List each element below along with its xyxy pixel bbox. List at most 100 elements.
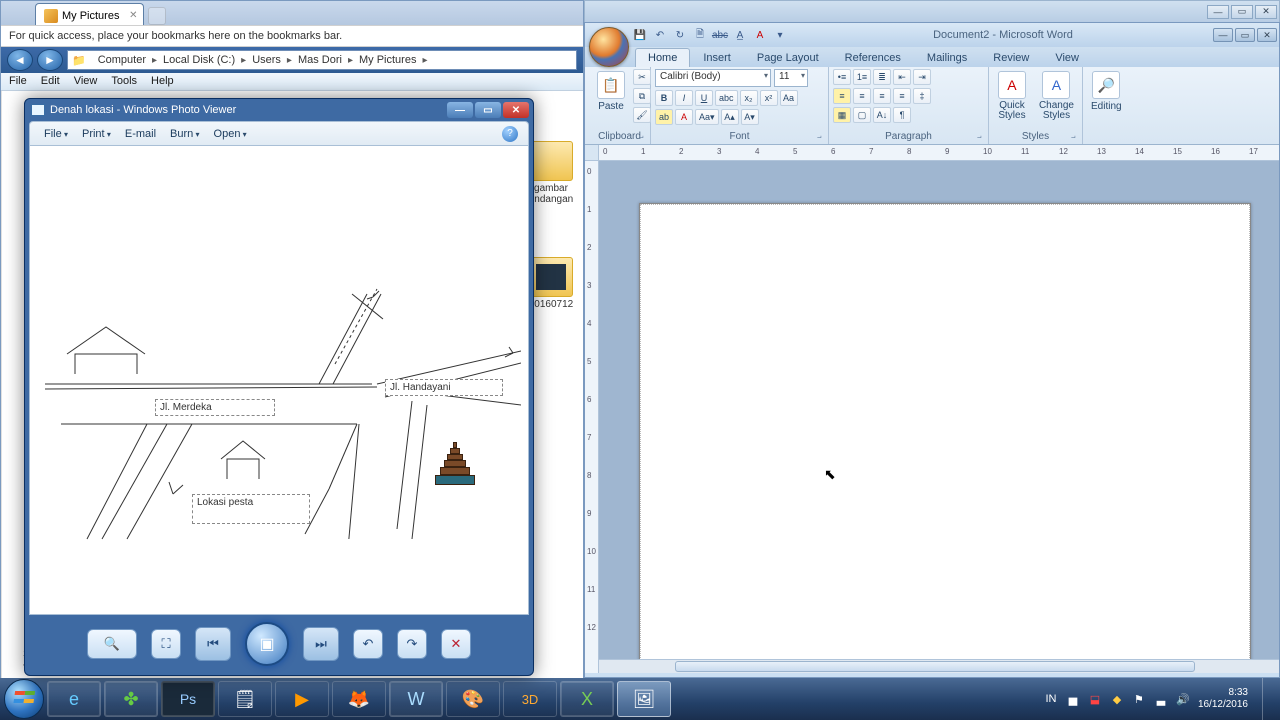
word-outer-minimize[interactable]: — bbox=[1207, 5, 1229, 19]
redo-icon[interactable]: ↻ bbox=[673, 28, 687, 42]
print-preview-icon[interactable]: 🗎 bbox=[693, 28, 707, 42]
word-close-button[interactable]: ✕ bbox=[1257, 28, 1277, 42]
task-photoshop[interactable]: Ps bbox=[161, 681, 215, 717]
menu-tools[interactable]: Tools bbox=[111, 75, 137, 88]
bold-button[interactable]: B bbox=[655, 90, 673, 106]
pv-menu-email[interactable]: E-mail bbox=[121, 126, 160, 142]
tray-shield-icon[interactable]: ⬓ bbox=[1088, 692, 1102, 706]
save-icon[interactable]: 💾 bbox=[633, 28, 647, 42]
tab-review[interactable]: Review bbox=[980, 48, 1042, 67]
strike-button[interactable]: abc bbox=[715, 90, 738, 106]
task-notepad[interactable]: 🗒 bbox=[218, 681, 272, 717]
quick-styles-button[interactable]: A Quick Styles bbox=[993, 69, 1031, 123]
slideshow-button[interactable]: ▣ bbox=[245, 622, 289, 666]
task-ie[interactable]: e bbox=[47, 681, 101, 717]
tray-volume-icon[interactable]: 🔊 bbox=[1176, 692, 1190, 706]
rotate-cw-button[interactable]: ↷ bbox=[397, 629, 427, 659]
word-titlebar[interactable]: 💾 ↶ ↻ 🗎 abc A̲ A ▾ Document2 - Microsoft… bbox=[585, 23, 1279, 47]
vertical-ruler[interactable]: 0123456789101112 bbox=[585, 161, 599, 673]
menu-edit[interactable]: Edit bbox=[41, 75, 60, 88]
tab-home[interactable]: Home bbox=[635, 48, 690, 67]
task-firefox[interactable]: 🦊 bbox=[332, 681, 386, 717]
task-media[interactable]: ▶ bbox=[275, 681, 329, 717]
task-word[interactable]: W bbox=[389, 681, 443, 717]
undo-icon[interactable]: ↶ bbox=[653, 28, 667, 42]
sort-button[interactable]: A↓ bbox=[873, 107, 891, 123]
breadcrumb[interactable]: 📁 Computer▸ Local Disk (C:)▸ Users▸ Mas … bbox=[67, 50, 577, 70]
shading-button[interactable]: ▦ bbox=[833, 107, 851, 123]
format-painter-icon[interactable]: 🖌 bbox=[633, 107, 651, 123]
align-right-button[interactable]: ≡ bbox=[873, 88, 891, 104]
clock[interactable]: 8:33 16/12/2016 bbox=[1198, 687, 1248, 711]
maximize-button[interactable]: ▭ bbox=[475, 102, 501, 118]
rotate-ccw-button[interactable]: ↶ bbox=[353, 629, 383, 659]
paste-button[interactable]: 📋 Paste bbox=[593, 69, 629, 114]
word-outer-close[interactable]: ✕ bbox=[1255, 5, 1277, 19]
word-minimize-button[interactable]: — bbox=[1213, 28, 1233, 42]
pv-menu-open[interactable]: Open bbox=[210, 126, 251, 142]
next-button[interactable]: ⏭ bbox=[303, 627, 339, 661]
menu-help[interactable]: Help bbox=[151, 75, 174, 88]
line-spacing-button[interactable]: ‡ bbox=[913, 88, 931, 104]
actual-size-button[interactable]: ⛶ bbox=[151, 629, 181, 659]
show-desktop-button[interactable] bbox=[1262, 678, 1272, 720]
qat-icon[interactable]: abc bbox=[713, 28, 727, 42]
tray-network-icon[interactable]: ▃ bbox=[1154, 692, 1168, 706]
crumb-user[interactable]: Mas Dori bbox=[292, 54, 348, 66]
grow-font-button[interactable]: A▴ bbox=[721, 109, 739, 125]
task-paint[interactable]: 🎨 bbox=[446, 681, 500, 717]
new-tab-button[interactable] bbox=[148, 7, 166, 25]
tab-view[interactable]: View bbox=[1042, 48, 1092, 67]
cut-icon[interactable]: ✂ bbox=[633, 69, 651, 85]
crumb-computer[interactable]: Computer bbox=[92, 54, 152, 66]
pv-menu-file[interactable]: File bbox=[40, 126, 72, 142]
previous-button[interactable]: ⏮ bbox=[195, 627, 231, 661]
document-area[interactable]: 0123456789101112 ⬉ bbox=[585, 161, 1279, 673]
tab-pagelayout[interactable]: Page Layout bbox=[744, 48, 832, 67]
font-name-combo[interactable]: Calibri (Body) bbox=[655, 69, 771, 87]
underline-button[interactable]: U bbox=[695, 90, 713, 106]
align-left-button[interactable]: ≡ bbox=[833, 88, 851, 104]
menu-view[interactable]: View bbox=[74, 75, 98, 88]
scrollbar-thumb[interactable] bbox=[675, 661, 1195, 672]
multilevel-button[interactable]: ≣ bbox=[873, 69, 891, 85]
start-button[interactable] bbox=[4, 679, 44, 719]
tab-mailings[interactable]: Mailings bbox=[914, 48, 980, 67]
tray-flag2-icon[interactable]: ⚑ bbox=[1132, 692, 1146, 706]
task-excel[interactable]: X bbox=[560, 681, 614, 717]
bullets-button[interactable]: •≡ bbox=[833, 69, 851, 85]
minimize-button[interactable]: — bbox=[447, 102, 473, 118]
clear-format-button[interactable]: Aa bbox=[780, 90, 798, 106]
task-clover[interactable]: ✤ bbox=[104, 681, 158, 717]
shrink-font-button[interactable]: A▾ bbox=[741, 109, 759, 125]
task-3d[interactable]: 3D bbox=[503, 681, 557, 717]
decrease-indent-button[interactable]: ⇤ bbox=[893, 69, 911, 85]
zoom-button[interactable]: 🔍 bbox=[87, 629, 137, 659]
pv-titlebar[interactable]: Denah lokasi - Windows Photo Viewer — ▭ … bbox=[25, 99, 533, 121]
crumb-pictures[interactable]: My Pictures bbox=[353, 54, 422, 66]
italic-button[interactable]: I bbox=[675, 90, 693, 106]
change-styles-button[interactable]: A Change Styles bbox=[1035, 69, 1078, 123]
font-color-button[interactable]: A bbox=[675, 109, 693, 125]
subscript-button[interactable]: x₂ bbox=[740, 90, 758, 106]
qat-font-color-icon[interactable]: A bbox=[753, 28, 767, 42]
align-center-button[interactable]: ≡ bbox=[853, 88, 871, 104]
page[interactable]: ⬉ bbox=[639, 203, 1251, 673]
tray-update-icon[interactable]: ◆ bbox=[1110, 692, 1124, 706]
close-button[interactable]: ✕ bbox=[503, 102, 529, 118]
pv-menu-print[interactable]: Print bbox=[78, 126, 115, 142]
tab-references[interactable]: References bbox=[832, 48, 914, 67]
close-icon[interactable]: ✕ bbox=[129, 10, 137, 21]
editing-button[interactable]: 🔎 Editing bbox=[1087, 69, 1126, 114]
office-button[interactable] bbox=[589, 27, 629, 67]
crumb-disk[interactable]: Local Disk (C:) bbox=[157, 54, 241, 66]
back-button[interactable]: ◄ bbox=[7, 49, 33, 71]
word-outer-maximize[interactable]: ▭ bbox=[1231, 5, 1253, 19]
pv-menu-burn[interactable]: Burn bbox=[166, 126, 204, 142]
horizontal-scrollbar[interactable] bbox=[599, 659, 1279, 673]
justify-button[interactable]: ≡ bbox=[893, 88, 911, 104]
forward-button[interactable]: ► bbox=[37, 49, 63, 71]
horizontal-ruler[interactable]: 0123456789101112131415161718 bbox=[585, 145, 1279, 161]
qat-icon[interactable]: A̲ bbox=[733, 28, 747, 42]
increase-indent-button[interactable]: ⇥ bbox=[913, 69, 931, 85]
